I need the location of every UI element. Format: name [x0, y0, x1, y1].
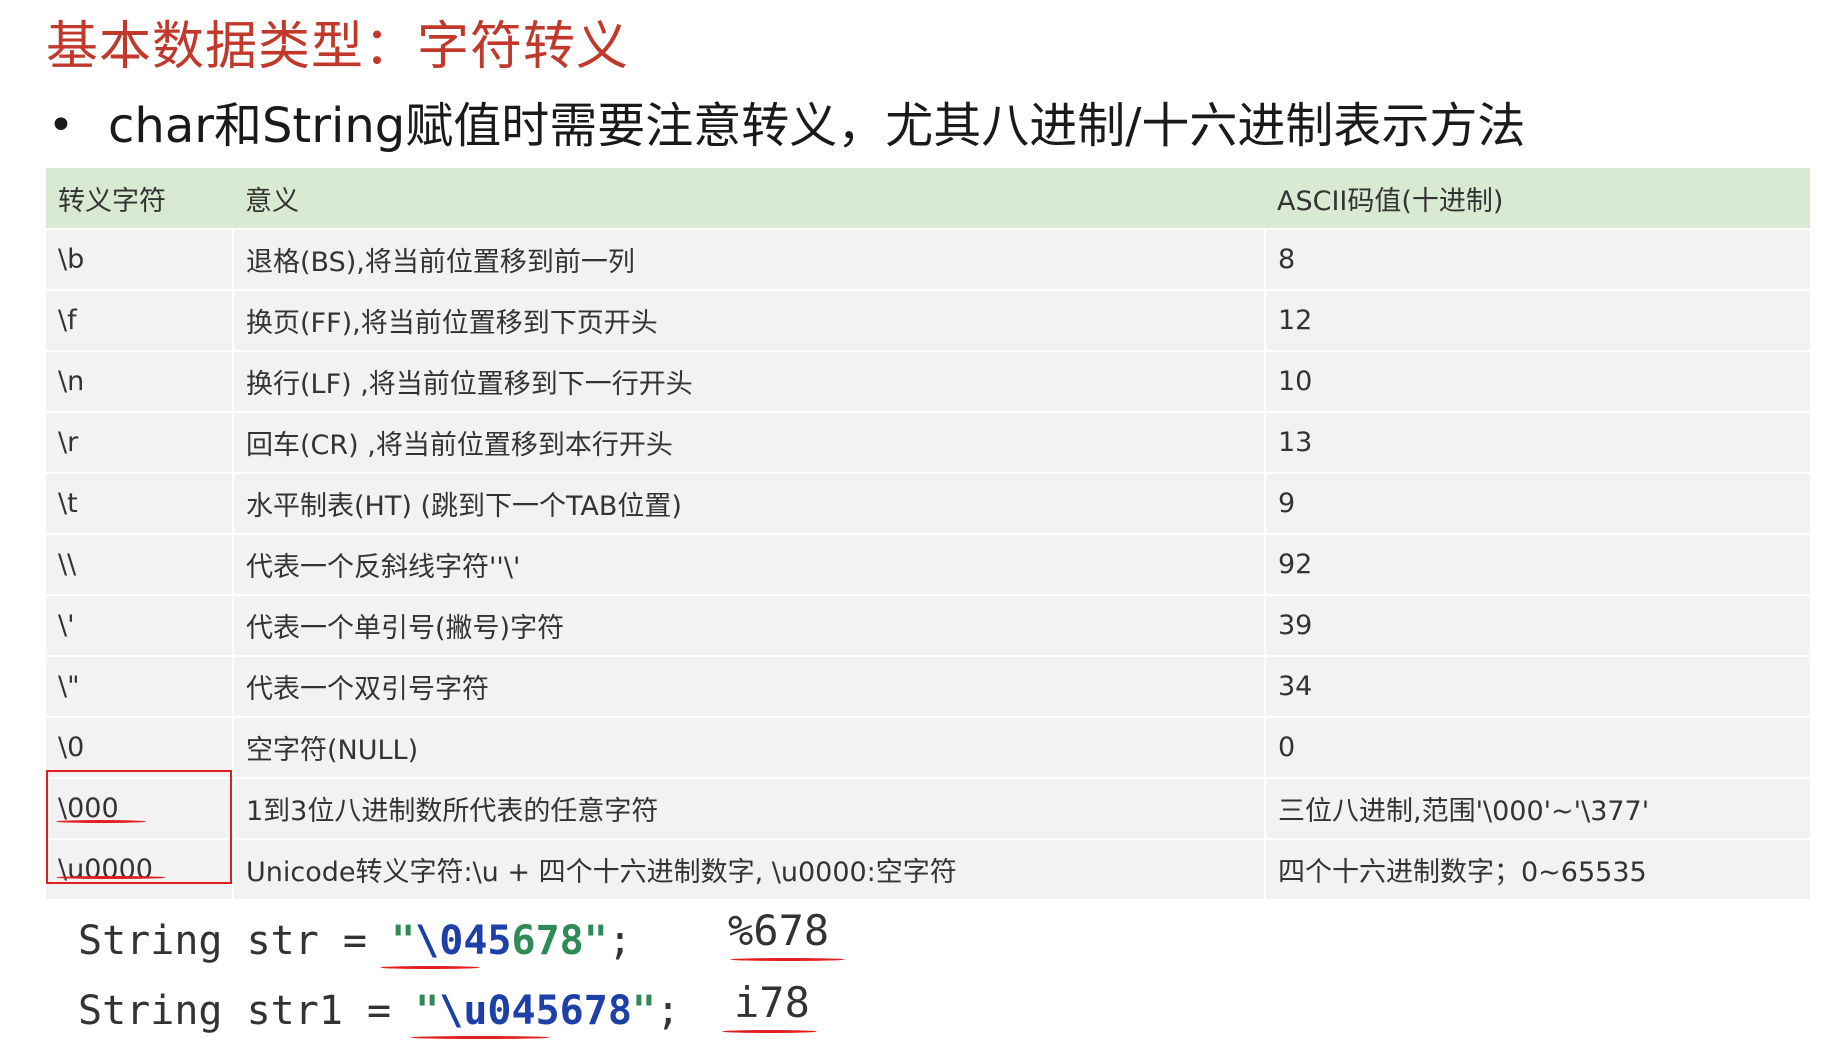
underline-mark: [722, 1030, 817, 1033]
bullet-dot: •: [48, 100, 74, 151]
slide-title: 基本数据类型：字符转义: [46, 17, 630, 77]
cell-ascii: 8: [1265, 228, 1810, 290]
highlight-box: [46, 770, 232, 884]
code-semicolon: ;: [656, 988, 681, 1034]
cell-meaning: Unicode转义字符:\u + 四个十六进制数字, \u0000:空字符: [233, 838, 1266, 899]
underline-mark: [56, 820, 146, 823]
cell-escape: \\: [46, 533, 234, 595]
cell-meaning: 1到3位八进制数所代表的任意字符: [233, 777, 1266, 839]
cell-escape: \n: [46, 350, 234, 412]
code-example-1: String str = "\045678";: [78, 918, 632, 964]
header-meaning: 意义: [233, 168, 1265, 229]
table-header-row: 转义字符 意义 ASCII码值(十进制): [46, 168, 1810, 229]
cell-ascii: 10: [1265, 350, 1810, 412]
table-row: \f 换页(FF),将当前位置移到下页开头 12: [46, 289, 1810, 351]
code-escape: \u045678: [439, 988, 632, 1034]
table-row: \t 水平制表(HT) (跳到下一个TAB位置) 9: [46, 472, 1810, 534]
code-result-2: i78: [734, 978, 810, 1027]
escape-table: 转义字符 意义 ASCII码值(十进制) \b 退格(BS),将当前位置移到前一…: [46, 168, 1810, 899]
cell-escape: \': [46, 594, 234, 656]
code-prefix: String str1 =: [78, 988, 416, 1034]
cell-escape: \r: [46, 411, 234, 473]
cell-ascii: 0: [1265, 716, 1810, 778]
header-escape-char: 转义字符: [46, 168, 233, 229]
cell-meaning: 代表一个双引号字符: [233, 655, 1266, 717]
cell-escape: \": [46, 655, 234, 717]
cell-ascii: 四个十六进制数字；0~65535: [1265, 838, 1810, 899]
cell-meaning: 代表一个单引号(撇号)字符: [233, 594, 1266, 656]
cell-ascii: 9: [1265, 472, 1810, 534]
code-example-2: String str1 = "\u045678";: [78, 988, 680, 1034]
cell-meaning: 空字符(NULL): [233, 716, 1266, 778]
cell-meaning: 代表一个反斜线字符''\': [233, 533, 1266, 595]
underline-mark: [410, 1036, 550, 1039]
code-quote-close: ": [583, 918, 608, 964]
cell-meaning: 退格(BS),将当前位置移到前一列: [233, 228, 1266, 290]
cell-meaning: 回车(CR) ,将当前位置移到本行开头: [233, 411, 1266, 473]
table-row: \u0000 Unicode转义字符:\u + 四个十六进制数字, \u0000…: [46, 838, 1810, 899]
cell-ascii: 34: [1265, 655, 1810, 717]
code-prefix: String str =: [78, 918, 392, 964]
cell-ascii: 13: [1265, 411, 1810, 473]
table-row: \b 退格(BS),将当前位置移到前一列 8: [46, 228, 1810, 290]
cell-meaning: 换页(FF),将当前位置移到下页开头: [233, 289, 1266, 351]
cell-escape: \t: [46, 472, 234, 534]
cell-escape: \0: [46, 716, 234, 778]
underline-mark: [730, 958, 845, 961]
cell-meaning: 水平制表(HT) (跳到下一个TAB位置): [233, 472, 1266, 534]
header-ascii: ASCII码值(十进制): [1265, 168, 1810, 229]
cell-ascii: 39: [1265, 594, 1810, 656]
bullet-text: char和String赋值时需要注意转义，尤其八进制/十六进制表示方法: [108, 98, 1526, 154]
table-row: \r 回车(CR) ,将当前位置移到本行开头 13: [46, 411, 1810, 473]
table-row: \n 换行(LF) ,将当前位置移到下一行开头 10: [46, 350, 1810, 412]
cell-ascii: 92: [1265, 533, 1810, 595]
table-row: \" 代表一个双引号字符 34: [46, 655, 1810, 717]
cell-ascii: 三位八进制,范围'\000'~'\377': [1265, 777, 1810, 839]
table-row: \\ 代表一个反斜线字符''\' 92: [46, 533, 1810, 595]
code-quote-open: ": [391, 918, 416, 964]
cell-escape: \f: [46, 289, 234, 351]
underline-mark: [380, 966, 480, 969]
code-escape: \045: [415, 918, 512, 964]
cell-meaning: 换行(LF) ,将当前位置移到下一行开头: [233, 350, 1266, 412]
cell-escape: \b: [46, 228, 234, 290]
code-quote-close: ": [631, 988, 656, 1034]
table-row: \000 1到3位八进制数所代表的任意字符 三位八进制,范围'\000'~'\3…: [46, 777, 1810, 839]
cell-ascii: 12: [1265, 289, 1810, 351]
code-rest: 678: [511, 918, 584, 964]
underline-mark: [56, 876, 166, 879]
code-quote-open: ": [415, 988, 440, 1034]
table-row: \0 空字符(NULL) 0: [46, 716, 1810, 778]
table-row: \' 代表一个单引号(撇号)字符 39: [46, 594, 1810, 656]
code-result-1: %678: [728, 906, 830, 955]
code-semicolon: ;: [607, 918, 632, 964]
